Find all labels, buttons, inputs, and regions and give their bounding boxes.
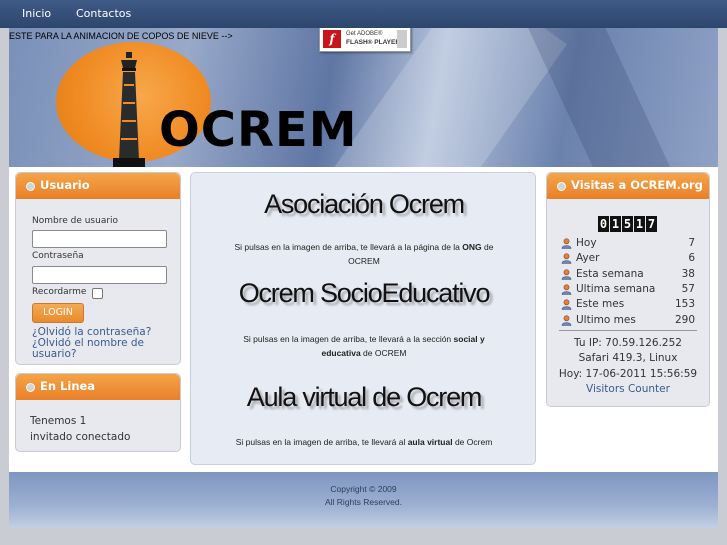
forgot-username-link-line2[interactable]: usuario? (32, 349, 76, 360)
stats-divider (559, 330, 697, 331)
footer-rights: All Rights Reserved. (324, 497, 402, 507)
visit-stat-row: Este mes 153 (561, 298, 695, 312)
page-footer: Copyright © 2009 All Rights Reserved. (9, 472, 718, 528)
online-box-header: En Linea (16, 374, 180, 400)
visit-stat-value: 57 (681, 282, 695, 295)
section-desc-asociacion: Si pulsas en la imagen de arriba, te lle… (234, 242, 494, 266)
password-input[interactable] (32, 266, 167, 284)
user-icon (561, 238, 572, 249)
counter-digit: 1 (634, 216, 645, 232)
banner-shadow-ray (521, 28, 687, 167)
login-button[interactable]: LOGIN (32, 303, 84, 323)
user-icon (561, 268, 572, 280)
visit-stat-row: Ayer 6 (561, 252, 695, 266)
visit-stat-label: Hoy (576, 237, 597, 249)
visit-stat-value: 153 (674, 298, 695, 311)
section-heading-asociacion[interactable]: Asociación Ocrem (191, 189, 537, 220)
page-frame: ESTE PARA LA ANIMACION DE COPOS DE NIEVE… (9, 28, 718, 528)
visit-stat-label: Este mes (576, 298, 625, 311)
lighthouse-icon (113, 52, 145, 167)
visits-box-header: Visitas a OCREM.org (547, 173, 709, 199)
animation-comment-text: ESTE PARA LA ANIMACION DE COPOS DE NIEVE… (9, 31, 233, 41)
current-date: Hoy: 17-06-2011 15:56:59 (558, 368, 698, 380)
flash-badge-line2: FLASH® PLAYER (346, 39, 401, 46)
top-navigation: Inicio Contactos (0, 0, 727, 28)
username-label: Nombre de usuario (32, 216, 119, 226)
site-logo-text[interactable]: OCREM (159, 102, 358, 158)
remember-checkbox[interactable] (92, 288, 103, 299)
counter-digit: 0 (598, 216, 609, 232)
password-label: Contraseña (32, 251, 84, 261)
flash-badge-line1: Get ADOBE® (346, 31, 383, 37)
bullet-icon (26, 383, 35, 392)
download-arrow-icon (397, 30, 407, 48)
nav-link-inicio[interactable]: Inicio (22, 7, 51, 20)
online-box-title: En Linea (40, 379, 96, 393)
section-desc-aula-virtual: Si pulsas en la imagen de arriba, te lle… (235, 437, 493, 447)
visit-stat-row: Hoy 7 (561, 237, 695, 251)
get-flash-player-badge[interactable]: f Get ADOBE® FLASH® PLAYER (319, 28, 411, 52)
visits-box: Visitas a OCREM.org 01517 Hoy 7 Ayer 6 Esta … (546, 172, 710, 407)
section-heading-socioeducativo[interactable]: Ocrem SocioEducativo (191, 278, 537, 309)
user-icon (561, 314, 572, 326)
section-heading-aula-virtual[interactable]: Aula virtual de Ocrem (191, 382, 537, 413)
user-icon (561, 253, 572, 265)
visit-stat-label: Ayer (576, 252, 600, 265)
visit-stat-label: Ultima semana (576, 282, 656, 295)
online-box: En Linea Tenemos 1 invitado conectado (15, 373, 181, 452)
visit-stat-row: Ultima semana 57 (561, 283, 695, 297)
counter-digit: 7 (646, 216, 657, 232)
main-content: Asociación Ocrem Si pulsas en la imagen … (190, 172, 536, 465)
nav-link-contactos[interactable]: Contactos (76, 7, 131, 20)
header-banner: ESTE PARA LA ANIMACION DE COPOS DE NIEVE… (9, 28, 718, 167)
bullet-icon (557, 182, 566, 191)
user-icon (561, 299, 572, 310)
visit-stat-value: 38 (681, 267, 695, 280)
online-count-text: Tenemos 1 (30, 415, 87, 427)
bullet-icon (26, 182, 35, 191)
visitors-counter-link[interactable]: Visitors Counter (547, 383, 709, 395)
username-input[interactable] (32, 230, 167, 248)
visit-counter: 01517 (598, 213, 658, 232)
visitor-ip: Tu IP: 70.59.126.252 (574, 337, 682, 349)
visits-box-title: Visitas a OCREM.org (571, 178, 703, 192)
footer-copyright: Copyright © 2009 (330, 484, 397, 494)
visit-stat-row: Esta semana 38 (561, 268, 695, 282)
counter-digit: 5 (622, 216, 633, 232)
user-icon (561, 284, 572, 295)
visit-stat-value: 290 (674, 313, 695, 326)
remember-label: Recordarme (32, 287, 87, 297)
login-box-header: Usuario (16, 173, 180, 199)
login-box-title: Usuario (40, 178, 90, 192)
flash-icon: f (323, 30, 341, 48)
counter-digit: 1 (610, 216, 621, 232)
visit-stat-label: Esta semana (576, 267, 644, 280)
visitor-browser: Safari 419.3, Linux (578, 352, 678, 364)
visit-stat-value: 7 (688, 237, 695, 249)
online-guests-text: invitado conectado (30, 431, 131, 443)
visit-stat-value: 6 (688, 252, 695, 265)
visit-stat-label: Ultimo mes (576, 313, 636, 326)
visit-stat-row: Ultimo mes 290 (561, 314, 695, 328)
section-desc-socioeducativo: Si pulsas en la imagen de arriba, te lle… (243, 334, 485, 358)
login-box: Usuario Nombre de usuario Contraseña Rec… (15, 172, 181, 365)
